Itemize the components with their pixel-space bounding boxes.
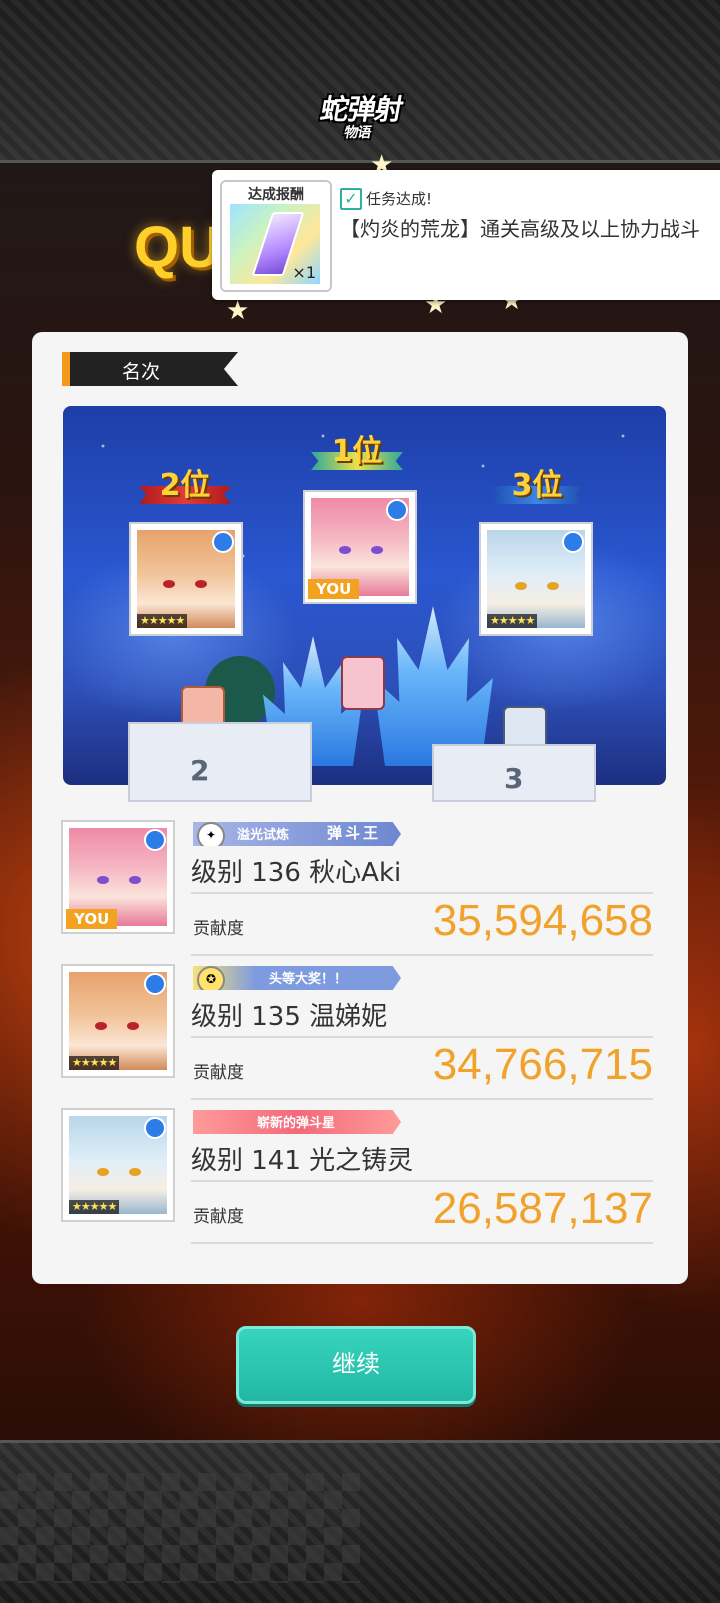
divider [191,892,653,894]
pedestal-second: 2 [128,722,312,802]
game-logo: 蛇弹射 物语 [285,88,436,148]
eye [163,580,175,588]
star-rating: ★★★★★ [487,614,538,628]
eye [127,1022,139,1030]
blue-dot-icon [144,829,166,851]
eye [547,582,559,590]
title-badge: ✦ 溢光试炼 弹斗王 [193,822,401,846]
quest-clear-title: QU [134,215,221,280]
blue-dot-icon [562,531,584,553]
metric-label: 贡献度 [193,1063,244,1083]
blue-dot-icon [144,1117,166,1139]
rank-banner-first: 1位 [311,434,403,470]
logo-sub: 物语 [342,125,372,141]
blue-dot-icon [144,973,166,995]
reward-label: 达成报酬 [248,187,304,203]
ranking-header: 名次 [62,352,238,386]
badge-subtitle: 弹斗王 [327,824,382,842]
bottom-bar [0,1440,720,1603]
contribution-score: 26,587,137 [432,1184,653,1233]
blue-dot-icon [212,531,234,553]
rank-banner-third: 3位 [491,468,583,504]
badge-label: 崭新的弹斗星 [257,1116,336,1131]
reward-card: 达成报酬 ×1 [220,180,332,292]
check-icon: ✓ [340,188,362,210]
logo-main: 蛇弹射 [318,93,405,126]
avatar: YOU [63,822,173,932]
blue-dot-icon [386,499,408,521]
metric-label: 贡献度 [193,1207,244,1227]
badge-label: 头等大奖！！ [269,972,348,987]
divider [191,1036,653,1038]
eye [371,546,383,554]
achievement-toast[interactable]: 达成报酬 ×1 ✓ 任务达成! 【灼炎的荒龙】通关高级及以上协力战斗 [212,170,720,300]
pedestal-third: 3 [432,744,596,802]
you-tag: YOU [66,909,118,929]
avatar-first[interactable]: YOU [305,492,415,602]
player-name: 级别 136 秋心Aki [191,858,402,888]
eye [129,876,141,884]
eye [97,1168,109,1176]
ranking-header-label: 名次 [122,361,161,383]
star-rating: ★★★★★ [69,1200,120,1214]
rank-label-first: 1位 [331,434,383,469]
continue-button[interactable]: 继续 [236,1326,476,1404]
eye [95,1022,107,1030]
badge-label: 溢光试炼 [237,828,290,843]
contribution-score: 35,594,658 [432,896,653,945]
eye [339,546,351,554]
contribution-score: 34,766,715 [432,1040,653,1089]
reward-icon-box: ×1 [230,204,320,284]
divider [191,1242,653,1244]
ranking-row[interactable]: ★★★★★ 崭新的弹斗星 级别 141 光之铸灵 贡献度 26,587,137 [63,1110,653,1244]
ranking-row[interactable]: YOU ✦ 溢光试炼 弹斗王 级别 136 秋心Aki 贡献度 35,594,6… [63,822,653,956]
achievement-description: 【灼炎的荒龙】通关高级及以上协力战斗 [340,217,700,241]
divider [191,1180,653,1182]
achievement-status: 任务达成! [366,190,433,208]
avatar-second[interactable]: ★★★★★ [131,524,241,634]
results-panel: 名次 1位 YOU 2位 ★★★★★ 3位 ★★★★★ 2 3 YOU ✦ 溢光… [32,332,688,1284]
top-bar: 蛇弹射 物语 [0,0,720,163]
avatar: ★★★★★ [63,966,173,1076]
ranking-row[interactable]: ★★★★★ ✪ 头等大奖！！ 级别 135 温娣妮 贡献度 34,766,715 [63,966,653,1100]
character-sprite-first [341,656,385,710]
rank-banner-second: 2位 [139,468,231,504]
star-rating: ★★★★★ [69,1056,120,1070]
you-tag: YOU [308,579,360,599]
title-badge: 崭新的弹斗星 [193,1110,401,1134]
eye [97,876,109,884]
rank-label-second: 2位 [159,468,211,503]
eye [129,1168,141,1176]
star-icon: ★ [226,296,250,326]
metric-label: 贡献度 [193,919,244,939]
title-badge: ✪ 头等大奖！！ [193,966,401,990]
badge-emblem-icon: ✦ [197,822,225,846]
pedestal-number: 3 [504,762,524,795]
player-name: 级别 135 温娣妮 [191,1002,388,1032]
badge-emblem-icon: ✪ [197,966,225,990]
eye [195,580,207,588]
eye [515,582,527,590]
avatar: ★★★★★ [63,1110,173,1220]
divider [191,954,653,956]
player-name: 级别 141 光之铸灵 [191,1146,414,1176]
divider [191,1098,653,1100]
pedestal-number: 2 [190,754,210,787]
avatar-third[interactable]: ★★★★★ [481,524,591,634]
rank-label-third: 3位 [511,468,563,503]
star-rating: ★★★★★ [137,614,188,628]
reward-count: ×1 [292,263,316,282]
checker-pattern [0,1473,360,1583]
